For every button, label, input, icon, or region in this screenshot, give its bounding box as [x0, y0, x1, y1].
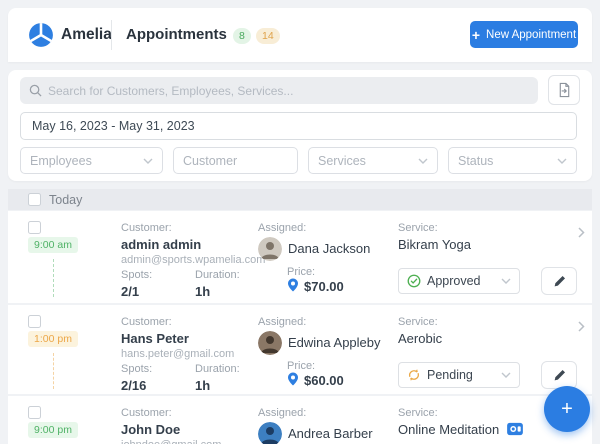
pencil-icon	[553, 275, 566, 288]
customer-filter-input[interactable]	[173, 147, 298, 174]
customer-email: admin@sports.wpamelia.com	[121, 254, 265, 266]
spots-label: Spots:	[121, 269, 152, 281]
appointment-list: Today 9:00 am Customer: admin admin admi…	[8, 189, 592, 444]
time-badge: 9:00 am	[28, 237, 78, 253]
export-icon	[557, 82, 572, 98]
new-appointment-label: New Appointment	[486, 29, 576, 41]
price-value: $60.00	[304, 373, 344, 388]
status-select[interactable]: Approved	[398, 268, 520, 294]
service-name: Online Meditation	[398, 422, 499, 437]
customer-name: John Doe	[121, 422, 221, 437]
page-title: Appointments	[126, 26, 227, 43]
spots-value: 2/16	[121, 378, 152, 393]
row-checkbox[interactable]	[28, 406, 41, 419]
employee-avatar	[258, 422, 282, 444]
brand-name: Amelia	[61, 26, 112, 44]
location-pin-icon	[287, 372, 299, 386]
employees-filter[interactable]: Employees	[20, 147, 163, 174]
today-group-checkbox[interactable]	[28, 193, 41, 206]
export-button[interactable]	[548, 75, 580, 105]
approved-check-icon	[407, 274, 421, 288]
add-appointment-fab[interactable]: +	[544, 386, 590, 432]
customer-name: admin admin	[121, 237, 265, 252]
appointment-row: 9:00 pm Customer: John Doe johndoe@gmail…	[8, 396, 592, 444]
location-pin-icon	[287, 278, 299, 292]
status-value: Approved	[427, 274, 481, 288]
price-label: Price:	[287, 360, 315, 372]
price-value: $70.00	[304, 279, 344, 294]
assigned-name: Dana Jackson	[288, 241, 370, 256]
assigned-label: Assigned:	[258, 407, 306, 419]
customer-email: johndoe@gmail.com	[121, 439, 221, 444]
row-checkbox[interactable]	[28, 315, 41, 328]
assigned-label: Assigned:	[258, 222, 306, 234]
appointment-row: 9:00 am Customer: admin admin admin@spor…	[8, 211, 592, 303]
service-label: Service:	[398, 407, 523, 419]
chevron-down-icon	[143, 158, 153, 164]
new-appointment-button[interactable]: + New Appointment	[470, 21, 578, 48]
edit-appointment-button[interactable]	[541, 267, 577, 295]
employee-avatar	[258, 331, 282, 355]
duration-label: Duration:	[195, 363, 240, 375]
search-input[interactable]	[48, 77, 533, 104]
edit-appointment-button[interactable]	[541, 361, 577, 389]
service-name: Aerobic	[398, 331, 442, 346]
chevron-down-icon	[501, 278, 511, 284]
today-group-header: Today	[8, 189, 592, 210]
appointment-row: 1:00 pm Customer: Hans Peter hans.peter@…	[8, 305, 592, 394]
employee-avatar	[258, 237, 282, 261]
approved-count-badge: 8	[233, 28, 251, 44]
pending-sync-icon	[407, 368, 421, 382]
service-label: Service:	[398, 316, 442, 328]
time-badge: 1:00 pm	[28, 331, 78, 347]
service-name: Bikram Yoga	[398, 237, 471, 252]
date-range-input[interactable]	[20, 112, 577, 140]
pencil-icon	[553, 369, 566, 382]
timeline-dash	[53, 353, 54, 389]
online-meeting-camera-icon	[507, 422, 523, 436]
services-filter[interactable]: Services	[308, 147, 438, 174]
amelia-logo-icon	[28, 22, 54, 48]
header: Amelia Appointments 8 14 + New Appointme…	[8, 8, 592, 62]
header-divider	[111, 20, 112, 50]
customer-label: Customer:	[121, 407, 221, 419]
employees-filter-label: Employees	[30, 154, 92, 168]
customer-label: Customer:	[121, 316, 234, 328]
status-value: Pending	[427, 368, 473, 382]
spots-label: Spots:	[121, 363, 152, 375]
service-label: Service:	[398, 222, 471, 234]
status-select[interactable]: Pending	[398, 362, 520, 388]
filter-panel: Employees Services Status	[8, 70, 592, 181]
assigned-name: Edwina Appleby	[288, 335, 381, 350]
row-checkbox[interactable]	[28, 221, 41, 234]
today-group-label: Today	[49, 193, 82, 207]
assigned-name: Andrea Barber	[288, 426, 373, 441]
price-label: Price:	[287, 266, 315, 278]
pending-count-badge: 14	[256, 28, 280, 44]
timeline-dash	[53, 259, 54, 297]
status-filter[interactable]: Status	[448, 147, 577, 174]
customer-label: Customer:	[121, 222, 265, 234]
services-filter-label: Services	[318, 154, 366, 168]
amelia-app: Amelia Appointments 8 14 + New Appointme…	[0, 0, 600, 444]
chevron-down-icon	[418, 158, 428, 164]
chevron-down-icon	[501, 372, 511, 378]
chevron-down-icon	[557, 158, 567, 164]
duration-value: 1h	[195, 378, 240, 393]
customer-name: Hans Peter	[121, 331, 234, 346]
search-icon	[29, 84, 42, 97]
time-badge: 9:00 pm	[28, 422, 78, 438]
status-filter-label: Status	[458, 154, 493, 168]
chevron-right-icon[interactable]	[578, 321, 585, 332]
spots-value: 2/1	[121, 284, 152, 299]
chevron-right-icon[interactable]	[578, 227, 585, 238]
assigned-label: Assigned:	[258, 316, 306, 328]
duration-label: Duration:	[195, 269, 240, 281]
customer-email: hans.peter@gmail.com	[121, 348, 234, 360]
search-bar	[20, 77, 538, 104]
plus-icon: +	[472, 28, 480, 42]
duration-value: 1h	[195, 284, 240, 299]
